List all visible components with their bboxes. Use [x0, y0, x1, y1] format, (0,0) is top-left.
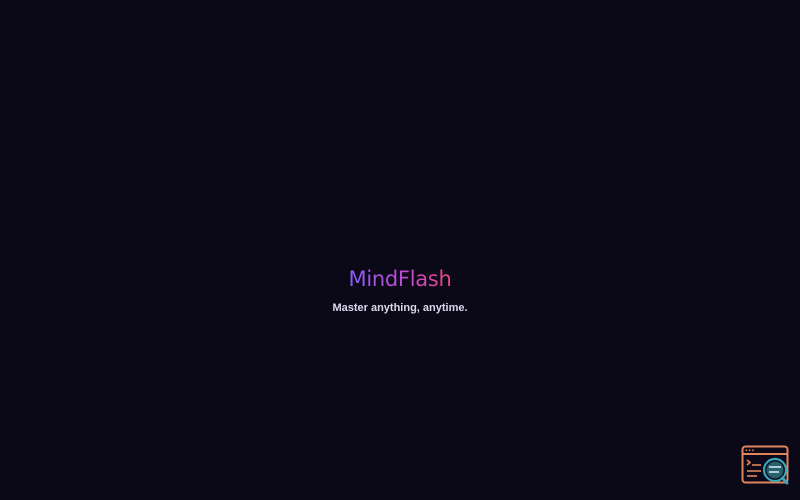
splash-content: MindFlash Master anything, anytime.	[0, 263, 800, 315]
splash-screen: MindFlash Master anything, anytime.	[0, 0, 800, 500]
app-title: MindFlash	[349, 263, 452, 295]
app-tagline: Master anything, anytime.	[332, 302, 468, 314]
devtools-toggle-button[interactable]	[741, 445, 790, 486]
devtools-inspector-icon	[741, 445, 789, 485]
